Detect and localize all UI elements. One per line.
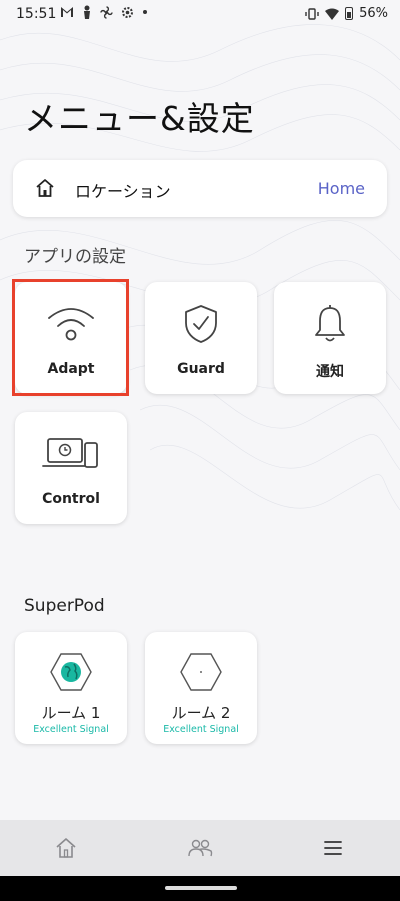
superpod-card-room-2[interactable]: ルーム 2 Excellent Signal	[145, 632, 257, 744]
pod-signal-status: Excellent Signal	[33, 724, 109, 735]
people-icon	[188, 839, 213, 857]
location-row[interactable]: ロケーション Home	[13, 160, 387, 217]
shield-check-icon	[185, 305, 217, 343]
superpod-card-room-1[interactable]: ルーム 1 Excellent Signal	[15, 632, 127, 744]
pod-name: ルーム 1	[41, 704, 101, 722]
tile-guard[interactable]: Guard	[145, 282, 257, 394]
status-time: 15:51	[16, 6, 57, 22]
settings-icon	[122, 6, 133, 18]
pod-signal-status: Excellent Signal	[163, 724, 239, 735]
nav-menu-button[interactable]	[318, 836, 348, 860]
tile-label: 通知	[316, 364, 344, 380]
pod-hexagon-icon	[180, 653, 222, 691]
tile-label: Guard	[177, 361, 225, 377]
home-icon	[56, 838, 76, 858]
tile-notifications[interactable]: 通知	[274, 282, 386, 394]
fan-icon	[100, 5, 113, 19]
status-bar: 15:51 56%	[0, 0, 400, 28]
tile-label: Adapt	[47, 361, 95, 377]
bottom-navigation	[0, 820, 400, 876]
nav-people-button[interactable]	[185, 836, 215, 860]
system-navigation-bar	[0, 876, 400, 901]
figure-icon	[84, 5, 90, 19]
battery-icon	[345, 7, 354, 20]
section-title-superpod: SuperPod	[24, 596, 105, 616]
laptop-phone-clock-icon	[42, 438, 98, 468]
menu-icon	[324, 841, 342, 855]
bell-icon	[315, 305, 345, 342]
wifi-icon	[48, 308, 94, 341]
tile-control[interactable]: Control	[15, 412, 127, 524]
nav-home-button[interactable]	[51, 836, 81, 860]
section-title-app-settings: アプリの設定	[24, 247, 126, 267]
battery-percent: 56%	[359, 6, 388, 21]
dot-icon	[143, 10, 147, 14]
wifi-icon	[325, 8, 340, 20]
location-label: ロケーション	[75, 182, 171, 201]
tile-label: Control	[42, 491, 100, 507]
vibrate-icon	[305, 7, 319, 20]
status-notification-icons	[60, 5, 148, 19]
gmail-icon	[61, 7, 73, 17]
tile-adapt[interactable]: Adapt	[15, 282, 127, 394]
home-icon	[36, 179, 54, 197]
pod-hexagon-globe-icon	[50, 653, 92, 691]
page-title: メニュー&設定	[24, 99, 255, 138]
pod-name: ルーム 2	[171, 704, 231, 722]
gesture-handle[interactable]	[165, 886, 237, 890]
status-system-icons: 56%	[305, 6, 388, 21]
location-value[interactable]: Home	[318, 179, 365, 198]
